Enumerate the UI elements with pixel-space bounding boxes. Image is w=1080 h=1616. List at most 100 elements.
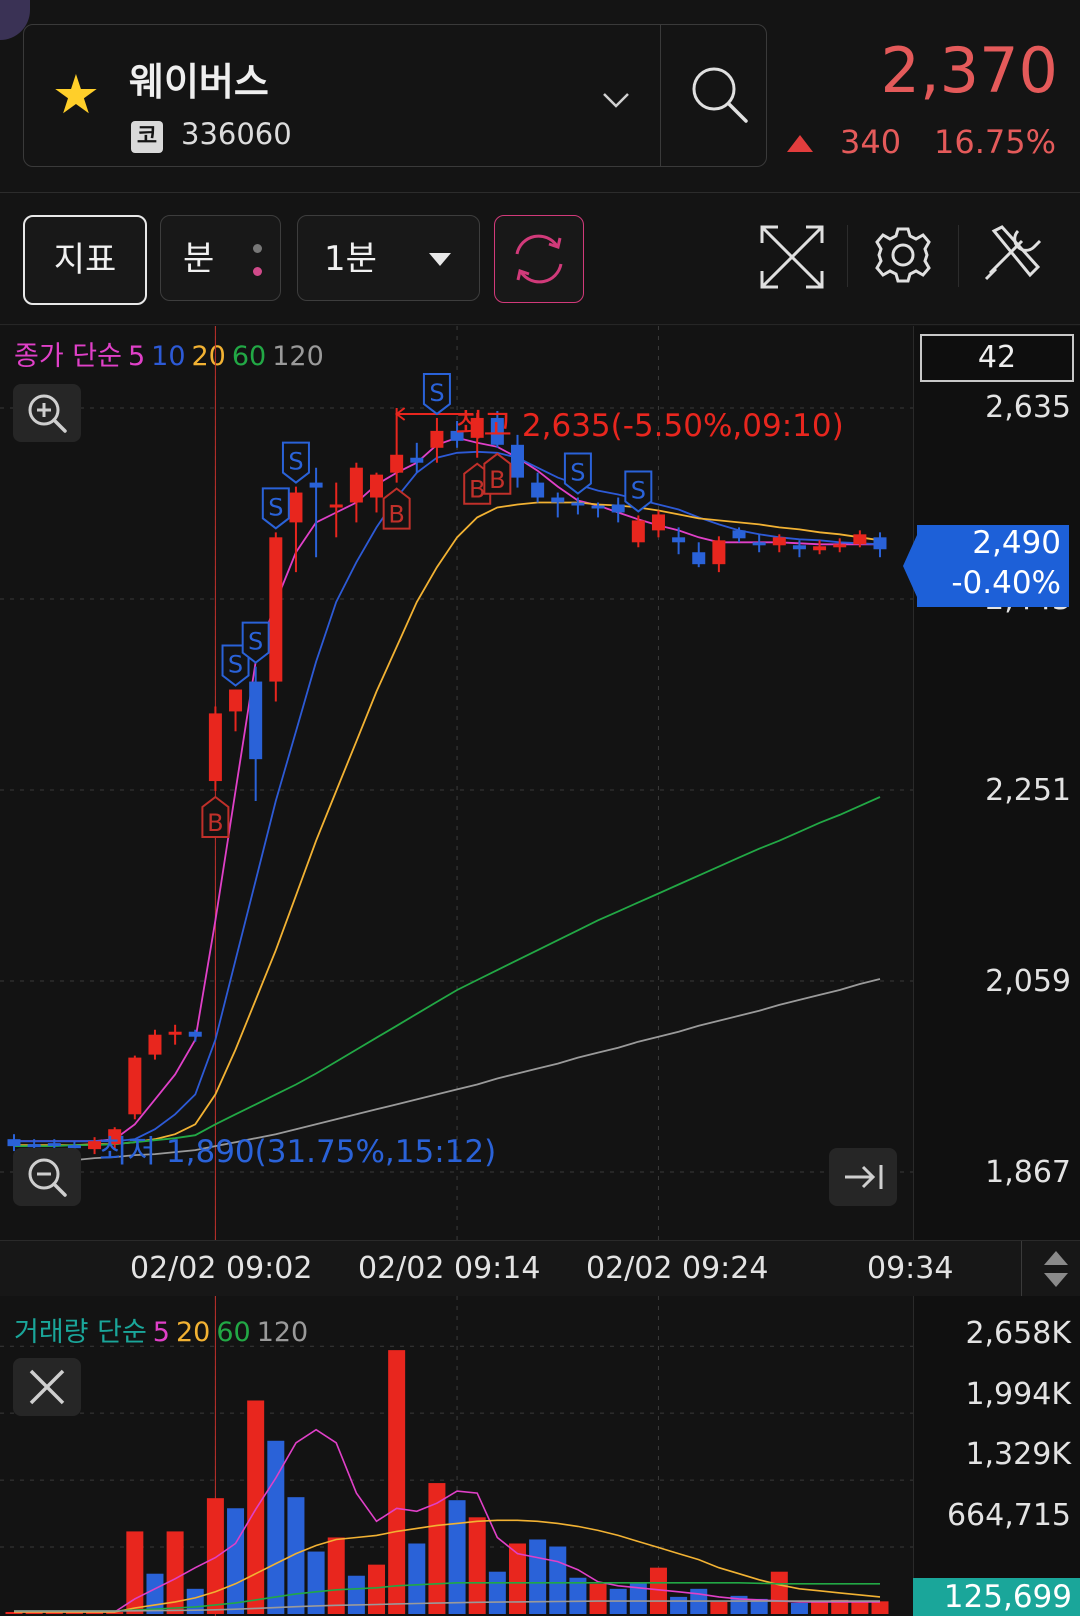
dot-icon xyxy=(253,244,262,253)
candle-body xyxy=(168,1031,182,1035)
candle-body xyxy=(853,534,867,545)
volume-bar xyxy=(287,1497,305,1614)
divider xyxy=(1021,1241,1022,1297)
candle-body xyxy=(349,467,363,503)
candle-body xyxy=(732,530,746,539)
zoom-in-button[interactable] xyxy=(13,384,81,442)
time-axis[interactable]: 02/02 09:02 02/02 09:14 02/02 09:24 09:3… xyxy=(0,1240,1080,1298)
chart-toolbar: 지표 분 1분 xyxy=(0,193,1080,325)
time-tick: 02/02 09:14 xyxy=(358,1251,541,1286)
chevron-down-icon[interactable] xyxy=(601,85,631,115)
volume-bar xyxy=(670,1596,688,1614)
volume-bar xyxy=(227,1508,245,1614)
volume-bar xyxy=(529,1539,547,1614)
period-button[interactable]: 분 xyxy=(160,215,281,301)
price-change: 340 xyxy=(840,123,902,161)
favorite-star-icon[interactable]: ★ xyxy=(46,65,106,125)
volume-tick: 1,994K xyxy=(965,1377,1071,1412)
candle-body xyxy=(792,545,806,550)
arrow-to-end-icon xyxy=(845,1165,883,1189)
candle-body xyxy=(148,1034,162,1055)
divider xyxy=(660,25,661,166)
search-icon[interactable] xyxy=(684,59,758,133)
zoom-out-button[interactable] xyxy=(13,1148,81,1206)
price-chart[interactable]: 종가 단순 5 10 20 60 120 BSSSSBSBBSS 최고 2,635(-5.… xyxy=(0,326,913,1240)
sell-signal-label: S xyxy=(570,459,585,487)
tag-percent: -0.40% xyxy=(951,565,1061,601)
sell-signal-label: S xyxy=(631,476,646,504)
stock-code: 336060 xyxy=(181,117,292,151)
price-axis[interactable]: 42 2,635 2,443 2,251 2,059 1,867 2,490 -… xyxy=(903,326,1080,1240)
price-tick: 2,635 xyxy=(985,390,1071,425)
volume-ma-line-20 xyxy=(14,1519,881,1613)
volume-bar xyxy=(368,1564,386,1614)
up-down-arrows-icon[interactable] xyxy=(1028,1245,1080,1293)
low-price-label: 최저 1,890(31.75%,15:12) xyxy=(99,1134,497,1170)
buy-signal-label: B xyxy=(469,476,485,504)
volume-tick: 664,715 xyxy=(946,1498,1071,1533)
close-volume-button[interactable] xyxy=(13,1358,81,1416)
interval-select[interactable]: 1분 xyxy=(297,215,480,301)
candle-body xyxy=(430,430,444,448)
dot-icon xyxy=(253,267,262,276)
tag-notch xyxy=(903,535,917,597)
indicator-button[interactable]: 지표 xyxy=(23,215,147,305)
dropdown-triangle-icon xyxy=(429,253,451,266)
close-icon xyxy=(29,1369,65,1405)
expand-icon[interactable] xyxy=(758,223,826,291)
candle-body xyxy=(27,1144,41,1148)
candle-body xyxy=(611,504,625,513)
stock-name: 웨이버스 xyxy=(129,60,269,104)
zoom-in-icon xyxy=(28,394,67,433)
volume-bar xyxy=(589,1583,607,1614)
tools-icon[interactable] xyxy=(982,221,1046,285)
refresh-button[interactable] xyxy=(494,215,584,303)
time-tick: 02/02 09:02 xyxy=(130,1251,313,1286)
candle-body xyxy=(188,1031,202,1037)
volume-tick: 1,329K xyxy=(965,1437,1071,1472)
buy-signal-label: B xyxy=(388,501,404,529)
volume-bar xyxy=(770,1571,788,1614)
ma-line-10 xyxy=(14,450,881,1143)
gear-icon[interactable] xyxy=(870,221,936,289)
volume-bar xyxy=(307,1551,325,1614)
candle-body xyxy=(833,544,847,548)
volume-chart[interactable]: 거래량 단순 5 20 60 120 xyxy=(0,1296,913,1616)
candle-body xyxy=(329,504,343,508)
volume-bar xyxy=(448,1500,466,1614)
candle-body xyxy=(370,474,384,498)
candle-body xyxy=(772,537,786,546)
volume-bar xyxy=(710,1601,728,1614)
volume-bar xyxy=(488,1571,506,1614)
volume-bar xyxy=(811,1600,829,1614)
current-price: 2,370 xyxy=(880,34,1059,107)
tag-price: 2,490 xyxy=(972,525,1061,561)
candle-body xyxy=(289,492,303,523)
candle-body xyxy=(752,542,766,546)
candle-body xyxy=(208,713,222,782)
stock-header: ★ 웨이버스 코 336060 2,370 340 16.75% xyxy=(0,0,1080,193)
candle-body xyxy=(591,505,605,509)
scroll-to-latest-button[interactable] xyxy=(829,1148,897,1206)
candle-body xyxy=(249,681,263,760)
buy-signal-label: B xyxy=(489,466,505,494)
volume-axis[interactable]: 2,658K 1,994K 1,329K 664,715 xyxy=(913,1296,1080,1616)
sell-signal-label: S xyxy=(228,651,243,679)
interval-label: 1분 xyxy=(324,239,377,279)
market-badge: 코 xyxy=(131,121,163,153)
volume-ma-line-5 xyxy=(14,1428,880,1613)
stock-selector[interactable]: ★ 웨이버스 코 336060 xyxy=(23,24,767,167)
period-label: 분 xyxy=(183,239,215,279)
volume-bar xyxy=(327,1537,345,1614)
divider xyxy=(847,225,848,287)
up-triangle-icon xyxy=(787,135,813,152)
ma-line-60 xyxy=(14,796,881,1147)
price-tick: 2,059 xyxy=(985,964,1071,999)
time-tick: 09:34 xyxy=(867,1251,954,1286)
candle-body xyxy=(631,520,645,543)
price-change-percent: 16.75% xyxy=(933,123,1056,161)
volume-bar xyxy=(468,1517,486,1614)
volume-bar xyxy=(549,1546,567,1614)
candle-body xyxy=(47,1143,61,1147)
time-tick: 02/02 09:24 xyxy=(586,1251,769,1286)
